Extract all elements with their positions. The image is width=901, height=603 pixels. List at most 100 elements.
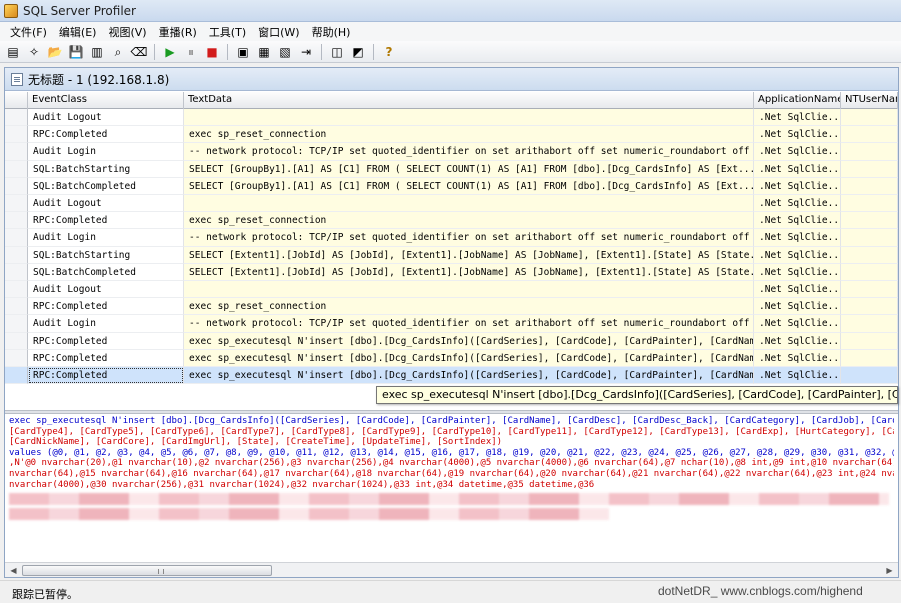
trace-row[interactable]: SQL:BatchCompleted SELECT [Extent1].[JobI… <box>5 263 898 281</box>
trace-row[interactable]: SQL:BatchStarting SELECT [Extent1].[JobId… <box>5 246 898 264</box>
row-gutter <box>5 212 28 230</box>
menu-edit[interactable]: 编辑(E) <box>53 24 103 40</box>
help-icon[interactable]: ? <box>380 43 398 61</box>
column-header-eventclass[interactable]: EventClass <box>28 92 184 109</box>
trace-row[interactable]: RPC:Completed exec sp_reset_connection .Ne… <box>5 212 898 230</box>
column-header-ntusername[interactable]: NTUserName <box>841 92 898 109</box>
toolbar-separator <box>373 43 374 60</box>
cell-ntusername <box>841 349 898 367</box>
tuning-advisor-icon[interactable]: ◩ <box>349 43 367 61</box>
cell-ntusername <box>841 315 898 333</box>
column-header-applicationname[interactable]: ApplicationName <box>754 92 841 109</box>
row-gutter <box>5 229 28 247</box>
detail-line: [CardNickName], [CardCore], [CardImgUrl]… <box>9 437 503 448</box>
row-gutter <box>5 160 28 178</box>
trace-row[interactable]: RPC:Completed exec sp_reset_connection .Ne… <box>5 126 898 144</box>
cell-eventclass: RPC:Completed <box>28 349 184 367</box>
replay-icon[interactable]: ▣ <box>234 43 252 61</box>
cell-applicationname: .Net SqlClie... <box>754 160 841 178</box>
menu-tools[interactable]: 工具(T) <box>203 24 252 40</box>
run-icon[interactable]: ▶ <box>161 43 179 61</box>
trace-row[interactable]: Audit Login -- network protocol: TCP/IP s… <box>5 143 898 161</box>
properties-icon[interactable]: ▥ <box>88 43 106 61</box>
cell-applicationname: .Net SqlClie... <box>754 177 841 195</box>
save-icon[interactable]: 💾 <box>67 43 85 61</box>
menu-view[interactable]: 视图(V) <box>102 24 152 40</box>
trace-row[interactable]: RPC:Completed exec sp_executesql N'insert… <box>5 367 898 385</box>
cell-applicationname: .Net SqlClie... <box>754 195 841 213</box>
trace-document-icon <box>11 72 23 86</box>
cell-textdata: exec sp_reset_connection <box>184 126 754 144</box>
cell-textdata <box>184 109 754 127</box>
trace-row[interactable]: Audit Logout .Net SqlClie... <box>5 109 898 127</box>
cell-applicationname: .Net SqlClie... <box>754 263 841 281</box>
cell-eventclass: Audit Login <box>28 315 184 333</box>
cell-eventclass: Audit Logout <box>28 281 184 299</box>
scroll-left-arrow-icon[interactable]: ◀ <box>6 564 21 577</box>
textdata-tooltip: exec sp_executesql N'insert [dbo].[Dcg_C… <box>376 386 898 404</box>
cell-textdata: SELECT [Extent1].[JobId] AS [JobId], [Ex… <box>184 263 754 281</box>
toolbar-separator <box>154 43 155 60</box>
cell-ntusername <box>841 109 898 127</box>
menu-help[interactable]: 帮助(H) <box>306 24 357 40</box>
row-gutter <box>5 315 28 333</box>
activity-monitor-icon[interactable]: ◫ <box>328 43 346 61</box>
trace-row[interactable]: SQL:BatchCompleted SELECT [GroupBy1].[A1]… <box>5 177 898 195</box>
cell-textdata: SELECT [GroupBy1].[A1] AS [C1] FROM ( SE… <box>184 160 754 178</box>
cell-ntusername <box>841 229 898 247</box>
cell-eventclass: RPC:Completed <box>28 332 184 350</box>
redacted-region <box>9 493 889 506</box>
cell-textdata: exec sp_reset_connection <box>184 212 754 230</box>
new-template-icon[interactable]: ✧ <box>25 43 43 61</box>
cell-applicationname: .Net SqlClie... <box>754 298 841 316</box>
trace-row[interactable]: RPC:Completed exec sp_reset_connection .Ne… <box>5 298 898 316</box>
cell-textdata: exec sp_executesql N'insert [dbo].[Dcg_C… <box>184 349 754 367</box>
toolbar-separator <box>227 43 228 60</box>
clear-icon[interactable]: ⌫ <box>130 43 148 61</box>
breakpoint-icon[interactable]: ▧ <box>276 43 294 61</box>
scrollbar-thumb[interactable] <box>22 565 272 576</box>
cell-ntusername <box>841 298 898 316</box>
toolbar: ▤ ✧ 📂 💾 ▥ ⌕ ⌫ ▶ ⏸ ■ ▣ ▦ ▧ ⇥ ◫ ◩? <box>0 41 901 63</box>
trace-row[interactable]: SQL:BatchStarting SELECT [GroupBy1].[A1] … <box>5 160 898 178</box>
cell-textdata <box>184 281 754 299</box>
goto-icon[interactable]: ⇥ <box>297 43 315 61</box>
trace-row[interactable]: Audit Login -- network protocol: TCP/IP s… <box>5 315 898 333</box>
new-trace-icon[interactable]: ▤ <box>4 43 22 61</box>
cell-ntusername <box>841 367 898 385</box>
pause-icon[interactable]: ⏸ <box>182 43 200 61</box>
row-gutter <box>5 349 28 367</box>
cell-eventclass: Audit Logout <box>28 109 184 127</box>
step-icon[interactable]: ▦ <box>255 43 273 61</box>
trace-row[interactable]: Audit Logout .Net SqlClie... <box>5 281 898 299</box>
trace-row[interactable]: Audit Login -- network protocol: TCP/IP s… <box>5 229 898 247</box>
scroll-right-arrow-icon[interactable]: ▶ <box>882 564 897 577</box>
find-icon[interactable]: ⌕ <box>109 43 127 61</box>
row-gutter <box>5 332 28 350</box>
menu-replay[interactable]: 重播(R) <box>153 24 203 40</box>
grid-header: EventClass TextData ApplicationName NTUs… <box>5 92 898 109</box>
stop-icon[interactable]: ■ <box>203 43 221 61</box>
trace-row[interactable]: Audit Logout .Net SqlClie... <box>5 195 898 213</box>
menu-file[interactable]: 文件(F) <box>4 24 53 40</box>
scrollbar-grip-icon <box>158 569 164 574</box>
horizontal-scrollbar[interactable]: ◀ ▶ <box>5 562 898 577</box>
cell-textdata: exec sp_executesql N'insert [dbo].[Dcg_C… <box>184 367 754 385</box>
cell-applicationname: .Net SqlClie... <box>754 349 841 367</box>
cell-ntusername <box>841 212 898 230</box>
cell-eventclass: RPC:Completed <box>28 298 184 316</box>
column-header-textdata[interactable]: TextData <box>184 92 754 109</box>
cell-applicationname: .Net SqlClie... <box>754 109 841 127</box>
trace-row[interactable]: RPC:Completed exec sp_executesql N'insert… <box>5 332 898 350</box>
status-text: 跟踪已暂停。 <box>12 588 78 601</box>
detail-line: [CardType4], [CardType5], [CardType6], [… <box>9 426 894 437</box>
row-gutter <box>5 246 28 264</box>
textdata-detail-pane[interactable]: exec sp_executesql N'insert [dbo].[Dcg_C… <box>5 414 898 562</box>
cell-ntusername <box>841 177 898 195</box>
cell-applicationname: .Net SqlClie... <box>754 246 841 264</box>
cell-textdata: exec sp_reset_connection <box>184 298 754 316</box>
open-icon[interactable]: 📂 <box>46 43 64 61</box>
cell-ntusername <box>841 126 898 144</box>
menu-window[interactable]: 窗口(W) <box>252 24 305 40</box>
trace-row[interactable]: RPC:Completed exec sp_executesql N'insert… <box>5 349 898 367</box>
